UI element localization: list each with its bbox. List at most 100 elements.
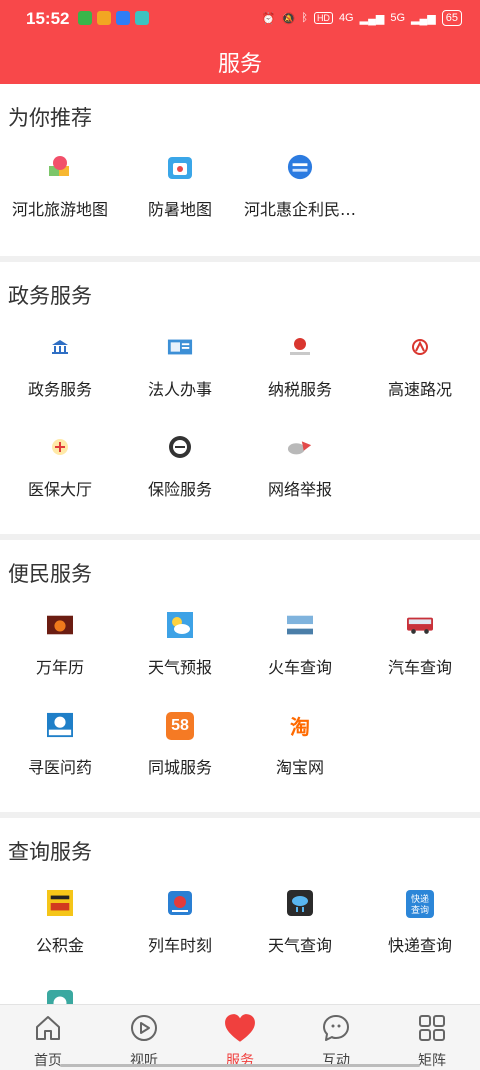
legal-person-icon — [167, 334, 193, 360]
app-icon — [47, 990, 73, 1004]
tab-service[interactable]: 服务 — [192, 1005, 288, 1070]
section-title: 政务服务 — [8, 284, 92, 308]
battery-icon: 65 — [441, 10, 462, 26]
mute-icon: 🔕 — [281, 12, 296, 25]
section-title: 查询服务 — [8, 840, 92, 864]
weibo-notification-icon — [97, 11, 111, 25]
service-label: 纳税服务 — [267, 380, 332, 399]
service-item-weather-forecast[interactable]: 天气预报 — [120, 612, 240, 702]
58-city-icon: 58 — [166, 712, 194, 740]
tax-icon — [287, 334, 313, 360]
section-government: 政务服务 政务服务 法人办事 纳税服务 高速路况 医保大厅 保险服务 网络举报 — [0, 262, 480, 534]
signal-icon: ▂▄▆ — [411, 12, 436, 25]
service-label: 河北旅游地图 — [11, 200, 108, 219]
alarm-icon: ⏰ — [261, 12, 276, 25]
map-tourism-icon — [47, 154, 73, 180]
enterprise-icon — [287, 154, 313, 180]
service-item-hebei-enterprise[interactable]: 河北惠企利民… — [240, 154, 360, 244]
service-item-weather-query[interactable]: 天气查询 — [240, 890, 360, 980]
housing-fund-icon — [47, 890, 73, 916]
service-item-tax[interactable]: 纳税服务 — [240, 334, 360, 424]
heat-map-icon — [167, 154, 193, 180]
bottom-tab-bar: 首页 视听 服务 互动 矩阵 — [0, 1004, 480, 1070]
service-item-partial[interactable] — [0, 990, 120, 1004]
service-item-report[interactable]: 网络举报 — [240, 434, 360, 524]
header: 服务 — [0, 38, 480, 84]
service-item-insurance[interactable]: 保险服务 — [120, 434, 240, 524]
tab-matrix[interactable]: 矩阵 — [384, 1005, 480, 1070]
section-recommended: 为你推荐 河北旅游地图 防暑地图 河北惠企利民… — [0, 84, 480, 256]
section-title: 便民服务 — [8, 562, 92, 586]
chat-icon — [323, 1015, 349, 1041]
service-item-calendar[interactable]: 万年历 — [0, 612, 120, 702]
service-label: 河北惠企利民… — [244, 200, 357, 219]
weather-icon — [167, 612, 193, 638]
service-item-city-service[interactable]: 58 同城服务 — [120, 712, 240, 802]
status-time: 15:52 — [26, 9, 70, 28]
bus-icon — [407, 612, 433, 638]
section-title: 为你推荐 — [8, 106, 92, 130]
train-icon — [287, 612, 313, 638]
report-icon — [287, 434, 313, 460]
bluetooth-icon: ᛒ — [301, 12, 308, 24]
home-indicator — [60, 1064, 420, 1067]
service-label: 列车时刻 — [147, 936, 212, 955]
page-title: 服务 — [217, 52, 262, 77]
network-4g-icon: 4G — [338, 12, 354, 24]
section-query: 查询服务 公积金 列车时刻 天气查询 快递 查询 快递查询 — [0, 818, 480, 1004]
service-item-highway[interactable]: 高速路况 — [360, 334, 480, 424]
service-item-doctor[interactable]: 寻医问药 — [0, 712, 120, 802]
app-notification-icon — [135, 11, 149, 25]
service-label: 法人办事 — [147, 380, 212, 399]
tab-home[interactable]: 首页 — [0, 1005, 96, 1070]
train-schedule-icon — [167, 890, 193, 916]
tab-label: 服务 — [226, 1053, 254, 1069]
service-label: 网络举报 — [267, 480, 332, 499]
status-right: ⏰ 🔕 ᛒ HD 4G ▂▄▆ 5G ▂▄▆ 65 — [262, 10, 462, 26]
service-item-heat-map[interactable]: 防暑地图 — [120, 154, 240, 244]
tab-label: 视听 — [130, 1053, 158, 1069]
service-item-government[interactable]: 政务服务 — [0, 334, 120, 424]
service-item-housing-fund[interactable]: 公积金 — [0, 890, 120, 980]
tab-interact[interactable]: 互动 — [288, 1005, 384, 1070]
service-label: 万年历 — [35, 658, 84, 677]
service-label: 寻医问药 — [27, 758, 92, 777]
service-label: 高速路况 — [387, 380, 452, 399]
app-notification-icon — [116, 11, 130, 25]
section-convenience: 便民服务 万年历 天气预报 火车查询 汽车查询 寻医问药 58 同城服务 淘 淘… — [0, 540, 480, 812]
service-label: 政务服务 — [27, 380, 92, 399]
network-5g-icon: 5G — [390, 12, 406, 24]
service-item-bus-query[interactable]: 汽车查询 — [360, 612, 480, 702]
tab-label: 首页 — [34, 1053, 62, 1069]
service-label: 防暑地图 — [147, 200, 212, 219]
service-label: 火车查询 — [267, 658, 332, 677]
medical-insurance-icon — [47, 434, 73, 460]
service-item-hebei-tourism-map[interactable]: 河北旅游地图 — [0, 154, 120, 244]
service-item-train-query[interactable]: 火车查询 — [240, 612, 360, 702]
service-label: 天气查询 — [267, 936, 332, 955]
service-item-medical-insurance[interactable]: 医保大厅 — [0, 434, 120, 524]
highway-icon — [407, 334, 433, 360]
service-label: 保险服务 — [147, 480, 212, 499]
calendar-icon — [47, 612, 73, 638]
tab-label: 矩阵 — [418, 1053, 446, 1069]
service-item-train-schedule[interactable]: 列车时刻 — [120, 890, 240, 980]
app-notification-icon — [78, 11, 92, 25]
service-label: 淘宝网 — [275, 758, 324, 777]
service-item-taobao[interactable]: 淘 淘宝网 — [240, 712, 360, 802]
status-bar: 15:52 ⏰ 🔕 ᛒ HD 4G ▂▄▆ 5G ▂▄▆ 65 — [0, 0, 480, 38]
service-item-legal-person[interactable]: 法人办事 — [120, 334, 240, 424]
express-icon: 快递 查询 — [406, 890, 434, 918]
play-icon — [131, 1015, 157, 1041]
insurance-icon — [167, 434, 193, 460]
tab-media[interactable]: 视听 — [96, 1005, 192, 1070]
government-icon — [47, 334, 73, 360]
heart-icon — [225, 1014, 255, 1042]
service-item-express[interactable]: 快递 查询 快递查询 — [360, 890, 480, 980]
doctor-icon — [47, 712, 73, 738]
taobao-icon-text: 淘 — [290, 714, 310, 739]
hd-icon: HD — [313, 12, 333, 24]
grid-icon — [419, 1015, 445, 1041]
tab-label: 互动 — [322, 1053, 350, 1069]
service-label: 天气预报 — [147, 658, 212, 677]
